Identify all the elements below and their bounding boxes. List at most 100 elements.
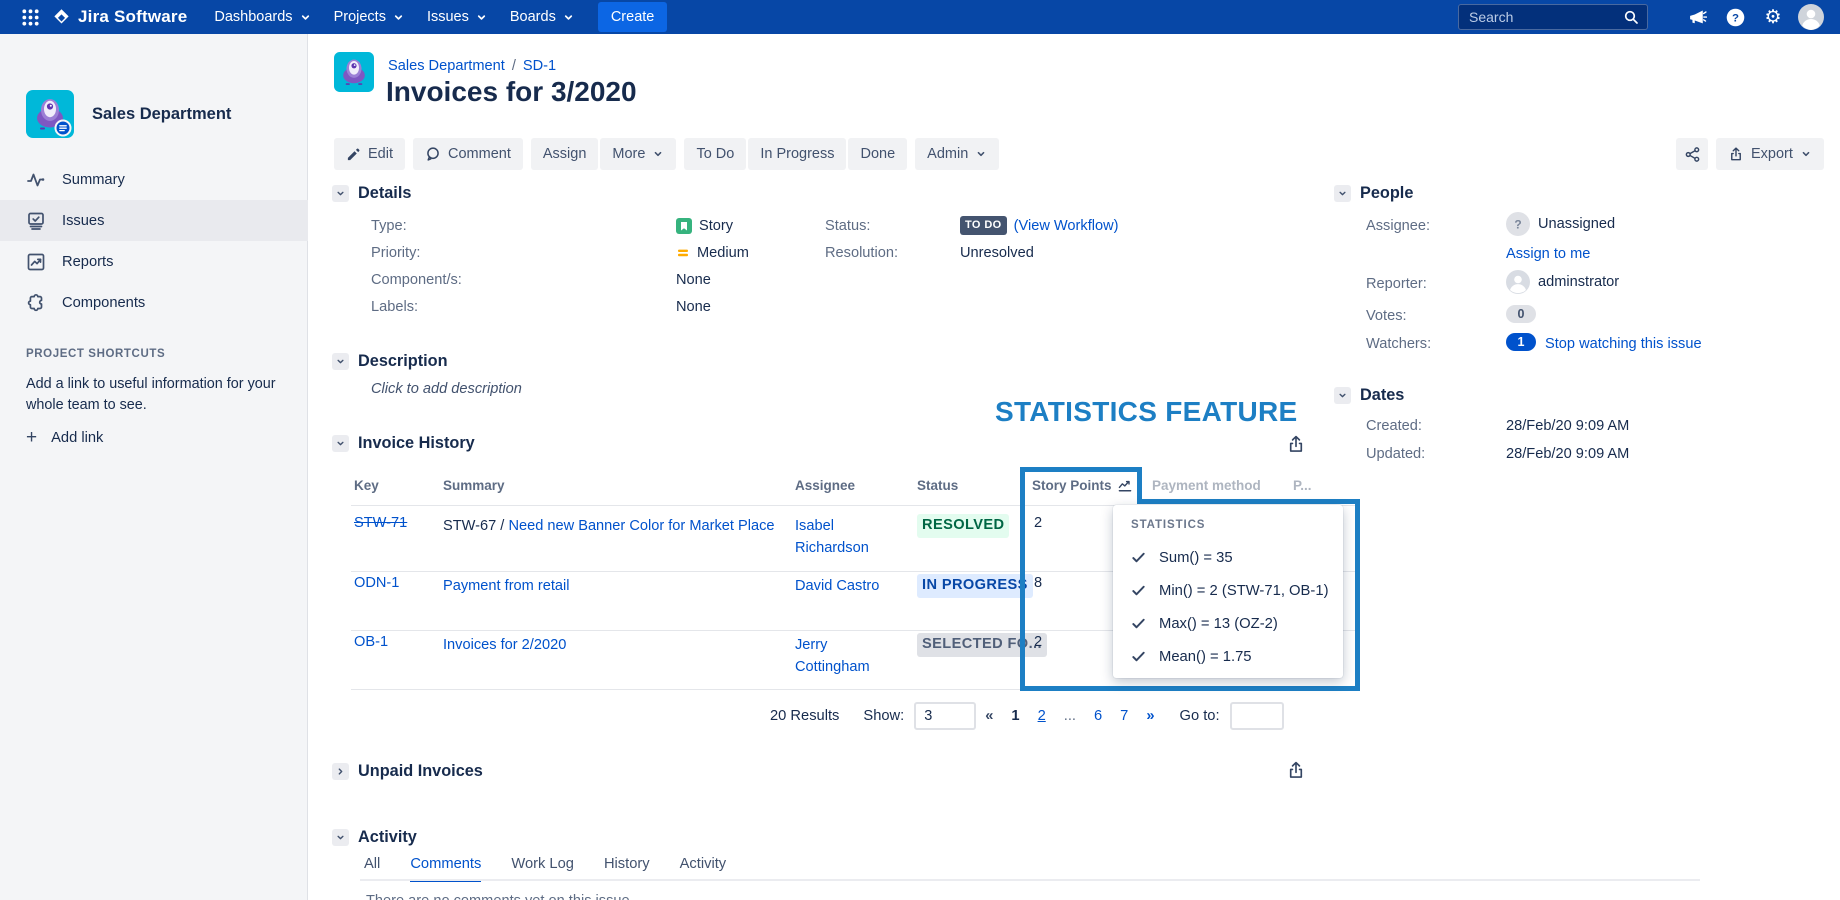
goto-page-input[interactable] bbox=[1230, 702, 1284, 730]
nav-projects[interactable]: Projects bbox=[323, 3, 416, 31]
assign-button[interactable]: Assign bbox=[531, 138, 599, 170]
sidebar-item-components[interactable]: Components bbox=[0, 282, 308, 323]
reporter-label: Reporter: bbox=[1366, 276, 1427, 292]
issue-key-link[interactable]: STW-71 bbox=[354, 515, 407, 531]
chevron-down-icon bbox=[652, 148, 664, 160]
more-button[interactable]: More bbox=[600, 138, 676, 170]
previous-page-button[interactable]: « bbox=[985, 708, 993, 724]
create-button[interactable]: Create bbox=[598, 2, 668, 32]
in-progress-transition-button[interactable]: In Progress bbox=[748, 138, 846, 170]
breadcrumb-project-link[interactable]: Sales Department bbox=[388, 58, 505, 74]
page-7[interactable]: 7 bbox=[1120, 708, 1128, 724]
row-status-badge: RESOLVED bbox=[917, 514, 1009, 538]
user-avatar[interactable] bbox=[1796, 2, 1826, 32]
column-header-assignee[interactable]: Assignee bbox=[795, 478, 855, 493]
collapse-activity-icon[interactable] bbox=[332, 829, 349, 846]
goto-label: Go to: bbox=[1180, 708, 1220, 724]
collapse-description-icon[interactable] bbox=[332, 353, 349, 370]
expand-unpaid-invoices-icon[interactable] bbox=[332, 763, 349, 780]
summary-cell: Payment from retail bbox=[443, 575, 775, 597]
jira-logo[interactable]: Jira Software bbox=[52, 7, 187, 27]
gear-icon[interactable]: ⚙ bbox=[1758, 2, 1788, 32]
collapse-people-icon[interactable] bbox=[1334, 185, 1351, 202]
search-input[interactable] bbox=[1467, 8, 1591, 26]
summary-link[interactable]: Invoices for 2/2020 bbox=[443, 637, 566, 653]
summary-link[interactable]: Payment from retail bbox=[443, 578, 570, 594]
column-header-summary[interactable]: Summary bbox=[443, 478, 505, 493]
statistics-chart-icon[interactable] bbox=[1118, 479, 1132, 493]
search-icon[interactable] bbox=[1623, 9, 1639, 25]
column-header-status[interactable]: Status bbox=[917, 478, 958, 493]
search-box[interactable] bbox=[1458, 4, 1648, 30]
assignee-value: ? Unassigned bbox=[1506, 212, 1615, 236]
announcements-icon[interactable] bbox=[1682, 2, 1712, 32]
add-description-field[interactable]: Click to add description bbox=[371, 381, 522, 397]
issue-actions: Export bbox=[1676, 138, 1824, 170]
help-icon[interactable]: ? bbox=[1720, 2, 1750, 32]
sidebar-item-issues[interactable]: Issues bbox=[0, 200, 308, 241]
nav-issues[interactable]: Issues bbox=[416, 3, 499, 31]
column-header-story-points[interactable]: Story Points bbox=[1032, 478, 1132, 493]
components-value: None bbox=[676, 272, 711, 288]
collapse-invoice-history-icon[interactable] bbox=[332, 435, 349, 452]
issue-key-link[interactable]: ODN-1 bbox=[354, 575, 399, 591]
admin-button[interactable]: Admin bbox=[915, 138, 999, 170]
summary-link[interactable]: Need new Banner Color for Market Place bbox=[508, 518, 774, 534]
todo-transition-button[interactable]: To Do bbox=[684, 138, 746, 170]
pulse-icon bbox=[26, 170, 46, 190]
stop-watching-link[interactable]: Stop watching this issue bbox=[1545, 336, 1702, 352]
nav-boards[interactable]: Boards bbox=[499, 3, 586, 31]
assignee-link[interactable]: Isabel Richardson bbox=[795, 515, 895, 559]
invoice-history-section-header: Invoice History bbox=[332, 434, 475, 453]
question-avatar-icon: ? bbox=[1506, 212, 1530, 236]
unpaid-invoices-export-icon[interactable] bbox=[1286, 760, 1306, 780]
statistics-option-min[interactable]: Min() = 2 (STW-71, OB-1) bbox=[1131, 574, 1343, 607]
next-page-button[interactable]: » bbox=[1146, 708, 1154, 724]
statistics-option-sum[interactable]: Sum() = 35 bbox=[1131, 541, 1343, 574]
edit-button[interactable]: Edit bbox=[334, 138, 405, 170]
created-value: 28/Feb/20 9:09 AM bbox=[1506, 418, 1629, 434]
votes-badge[interactable]: 0 bbox=[1506, 305, 1536, 323]
page-2[interactable]: 2 bbox=[1038, 708, 1046, 724]
breadcrumb-issue-link[interactable]: SD-1 bbox=[523, 58, 556, 74]
components-label: Component/s: bbox=[371, 272, 676, 288]
assign-to-me-link[interactable]: Assign to me bbox=[1506, 246, 1590, 262]
show-label: Show: bbox=[863, 708, 904, 724]
column-header-key[interactable]: Key bbox=[354, 478, 379, 493]
project-sidebar: Sales Department Summary Issues Reports … bbox=[0, 34, 308, 900]
priority-medium-icon bbox=[676, 246, 690, 260]
add-link-button[interactable]: + Add link bbox=[26, 428, 103, 447]
resolution-value: Unresolved bbox=[960, 245, 1034, 261]
column-header-p[interactable]: P... bbox=[1293, 478, 1312, 493]
show-input[interactable] bbox=[914, 702, 976, 730]
share-button[interactable] bbox=[1676, 138, 1708, 170]
assignee-link[interactable]: David Castro bbox=[795, 575, 895, 597]
done-transition-button[interactable]: Done bbox=[848, 138, 907, 170]
assignee-link[interactable]: Jerry Cottingham bbox=[795, 634, 895, 678]
invoice-history-export-icon[interactable] bbox=[1286, 434, 1306, 454]
sidebar-item-summary[interactable]: Summary bbox=[0, 159, 308, 200]
issue-key-link[interactable]: OB-1 bbox=[354, 634, 388, 650]
collapse-details-icon[interactable] bbox=[332, 185, 349, 202]
comment-button[interactable]: Comment bbox=[413, 138, 523, 170]
summary-cell: Invoices for 2/2020 bbox=[443, 634, 775, 656]
sidebar-item-reports[interactable]: Reports bbox=[0, 241, 308, 282]
column-header-payment-method[interactable]: Payment method bbox=[1152, 478, 1261, 493]
priority-label: Priority: bbox=[371, 245, 676, 261]
nav-dashboards[interactable]: Dashboards bbox=[203, 3, 322, 31]
labels-label: Labels: bbox=[371, 299, 676, 315]
view-workflow-link[interactable]: (View Workflow) bbox=[1014, 218, 1119, 234]
details-left-fields: Type: Story Priority: Medium Component/s… bbox=[371, 212, 749, 320]
project-avatar[interactable] bbox=[26, 90, 74, 138]
export-button[interactable]: Export bbox=[1716, 138, 1824, 170]
watchers-badge[interactable]: 1 bbox=[1506, 333, 1536, 351]
page-6[interactable]: 6 bbox=[1094, 708, 1102, 724]
reporter-value: adminstrator bbox=[1506, 270, 1619, 294]
statistics-option-max[interactable]: Max() = 13 (OZ-2) bbox=[1131, 607, 1343, 640]
statistics-option-mean[interactable]: Mean() = 1.75 bbox=[1131, 640, 1343, 673]
statistics-popup: STATISTICS Sum() = 35 Min() = 2 (STW-71,… bbox=[1113, 505, 1343, 678]
svg-text:?: ? bbox=[1732, 12, 1739, 24]
app-switcher-icon[interactable] bbox=[14, 2, 46, 32]
details-section-header: Details bbox=[332, 184, 411, 203]
collapse-dates-icon[interactable] bbox=[1334, 387, 1351, 404]
